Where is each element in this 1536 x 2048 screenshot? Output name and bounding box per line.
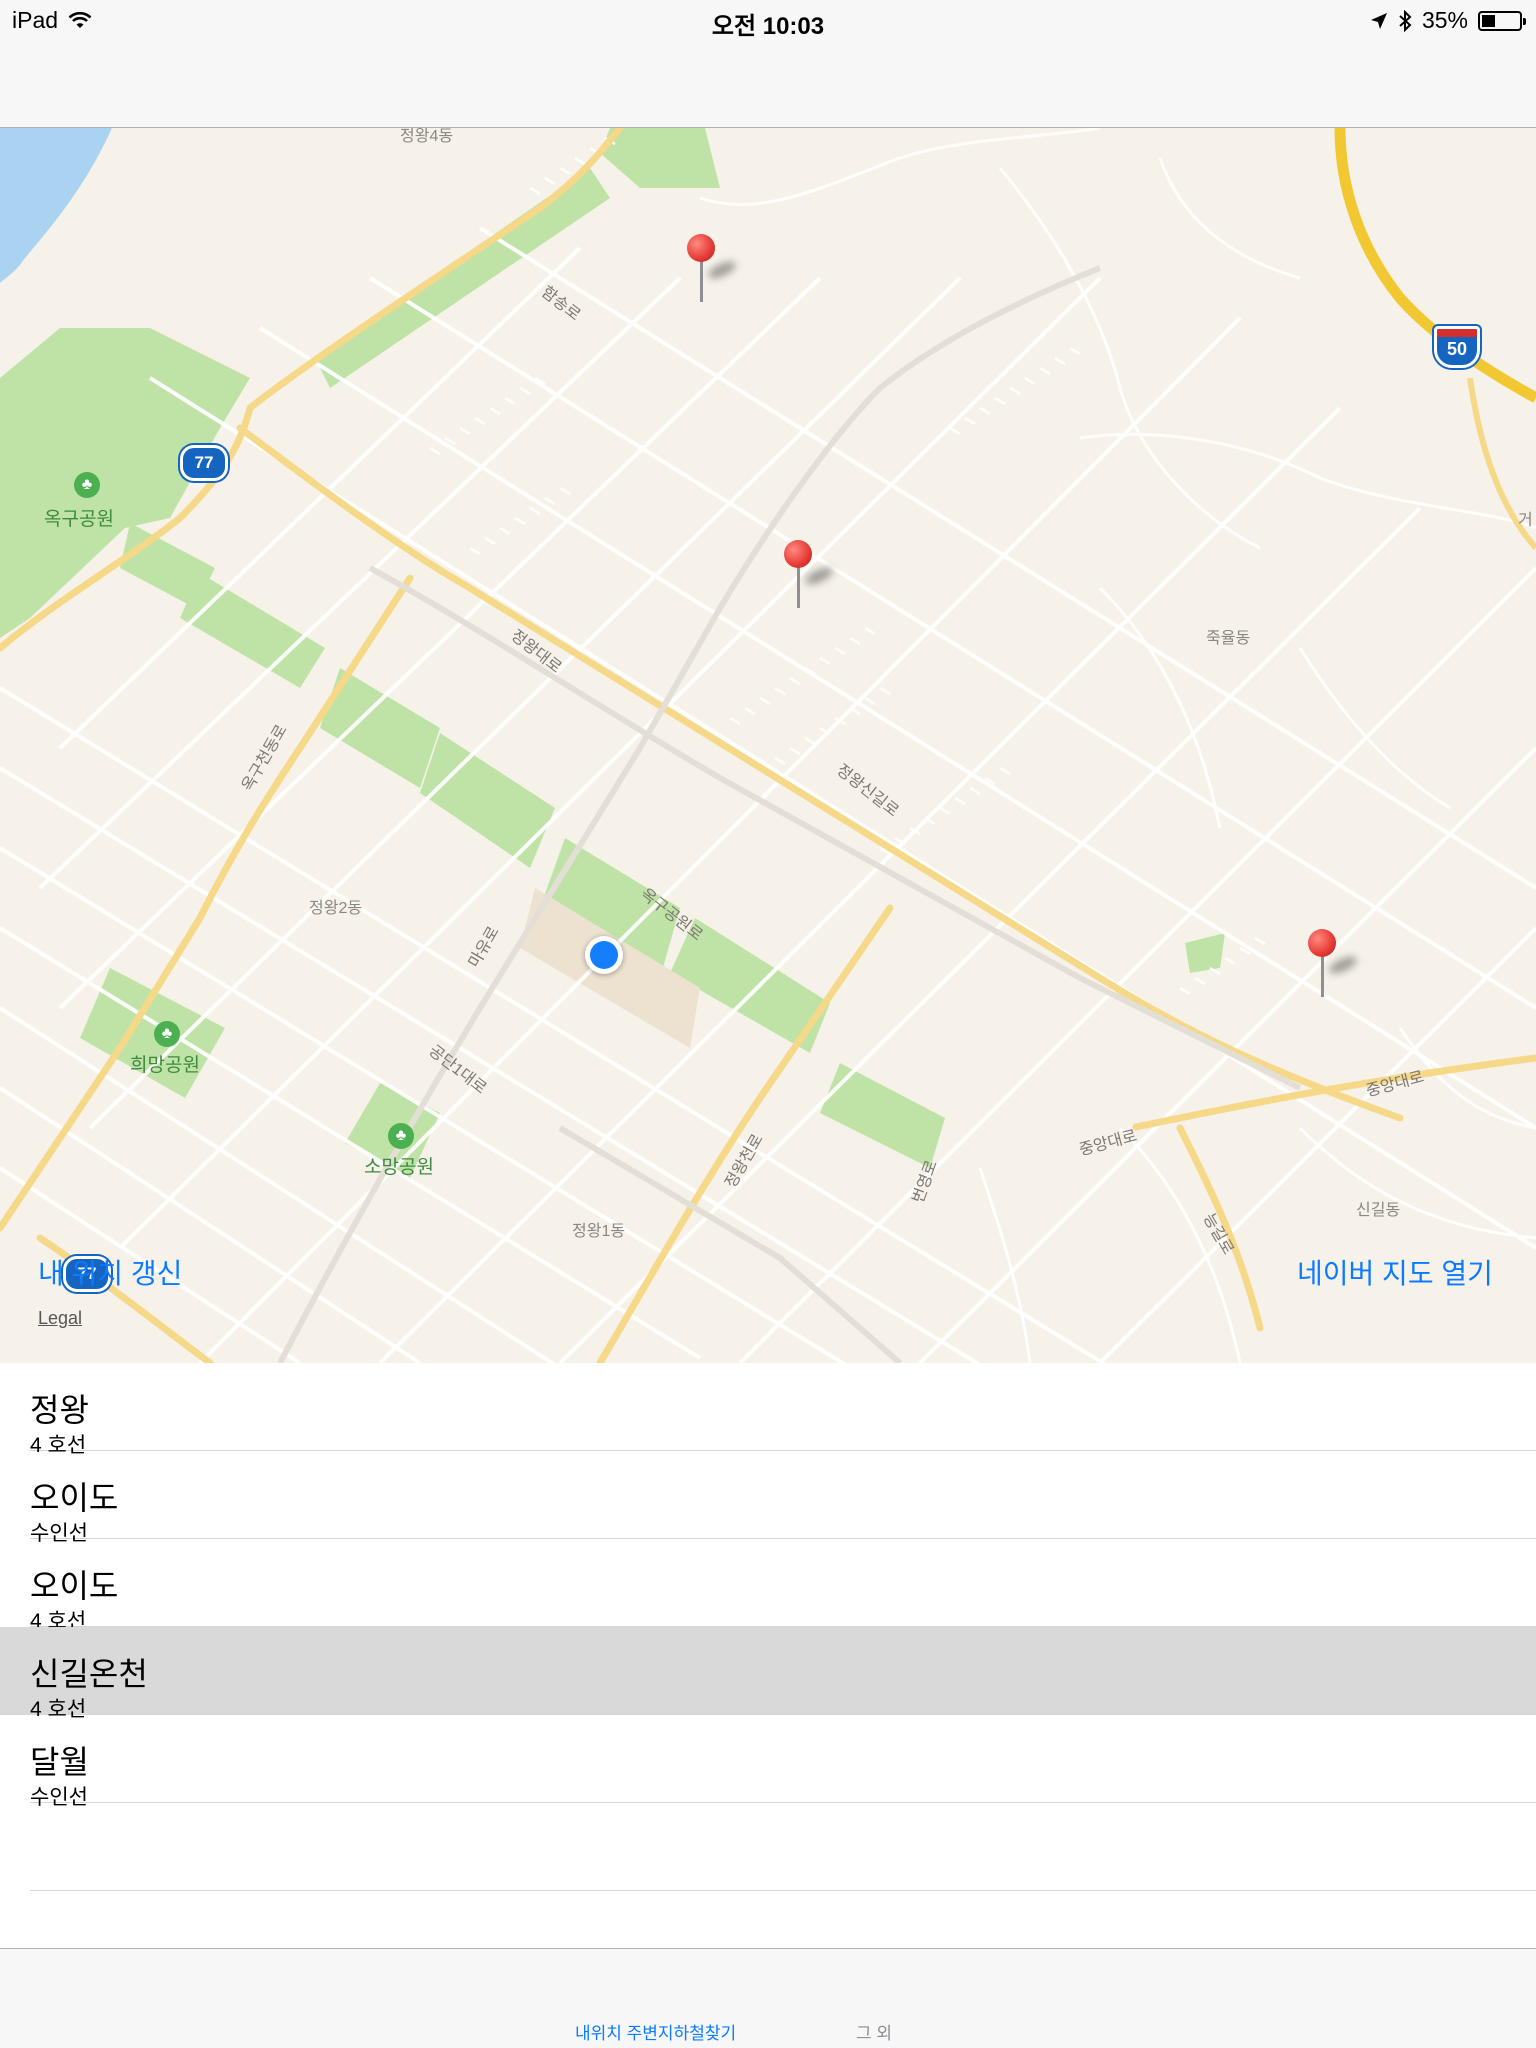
park-icon-huimang: ♣ (154, 1021, 180, 1047)
station-name: 달월 (30, 1744, 89, 1780)
station-pin[interactable] (1308, 929, 1360, 1009)
label-dong-jukyul: 죽율동 (1206, 630, 1251, 647)
status-bar: iPad 오전 10:03 35% (0, 0, 1536, 42)
label-dong-jeongwang2: 정왕2동 (309, 900, 363, 917)
station-pin[interactable] (687, 234, 739, 314)
park-greenway-4 (420, 733, 555, 868)
user-location-dot (585, 936, 623, 974)
station-name: 오이도 (30, 1568, 119, 1604)
status-right: 35% (1370, 7, 1526, 34)
water-area (0, 128, 112, 283)
park-greenway-2 (180, 573, 325, 688)
legal-link[interactable]: Legal (38, 1308, 82, 1329)
label-dong-singil: 신길동 (1356, 1202, 1401, 1219)
pin-stick (797, 566, 800, 608)
tab-nearby-subway[interactable]: 내위치 주변지하철찾기 (575, 2019, 736, 2044)
map-view[interactable]: 정왕4동 거 죽율동 정왕2동 정왕1동 신길동 함송로 정왕대로 정왕신길로 … (0, 128, 1536, 1363)
navigation-bar (0, 42, 1536, 128)
route-50-number: 50 (1446, 339, 1468, 359)
station-list: 정왕 4 호선 오이도 수인선 오이도 4 호선 신길온천 4 호선 달월 수인선 (0, 1363, 1536, 1891)
station-row[interactable]: 오이도 수인선 (30, 1451, 1536, 1545)
battery-percent: 35% (1421, 7, 1468, 33)
map-base (0, 128, 1536, 1363)
pin-head (687, 234, 715, 262)
empty-row (30, 1803, 1536, 1891)
label-edge-partial: 거 (1518, 512, 1533, 529)
pin-stick (1321, 955, 1324, 997)
park-icon-somang: ♣ (388, 1123, 414, 1149)
open-naver-map-button[interactable]: 네이버 지도 열기 (1297, 1252, 1493, 1292)
route-77-shield-top: 77 (180, 445, 228, 481)
park-strip-top (600, 128, 720, 188)
route-50-shield: 50 (1434, 326, 1480, 368)
battery-icon (1478, 10, 1526, 31)
park-small-east (1185, 933, 1225, 973)
pin-stick (700, 260, 703, 302)
pin-head (1308, 929, 1336, 957)
park-icon-okgu: ♣ (74, 472, 100, 498)
tab-bar: 내위치 주변지하철찾기 그 외 (0, 1948, 1536, 2048)
label-park-huimang: 희망공원 (130, 1055, 200, 1076)
station-name: 신길온천 (30, 1656, 148, 1692)
tab-other[interactable]: 그 외 (856, 2019, 892, 2044)
label-park-somang: 소망공원 (364, 1157, 434, 1178)
park-strip-diagonal (315, 168, 610, 388)
station-row[interactable]: 달월 수인선 (30, 1715, 1536, 1809)
park-greenway-7 (820, 1063, 945, 1168)
station-row[interactable]: 오이도 4 호선 (30, 1539, 1536, 1633)
status-time: 오전 10:03 (711, 13, 825, 40)
station-row[interactable]: 정왕 4 호선 (30, 1363, 1536, 1457)
label-top-partial: 정왕4동 (400, 128, 454, 145)
update-location-button[interactable]: 내 위치 갱신 (38, 1252, 182, 1292)
bluetooth-icon (1399, 9, 1412, 32)
pin-head (784, 540, 812, 568)
station-name: 정왕 (30, 1392, 89, 1428)
station-row[interactable]: 신길온천 4 호선 (0, 1627, 1536, 1721)
station-pin[interactable] (784, 540, 836, 620)
label-park-okgu: 옥구공원 (44, 509, 114, 530)
label-dong-jeongwang1: 정왕1동 (572, 1223, 626, 1240)
station-name: 오이도 (30, 1480, 119, 1516)
location-arrow-icon (1370, 12, 1387, 29)
